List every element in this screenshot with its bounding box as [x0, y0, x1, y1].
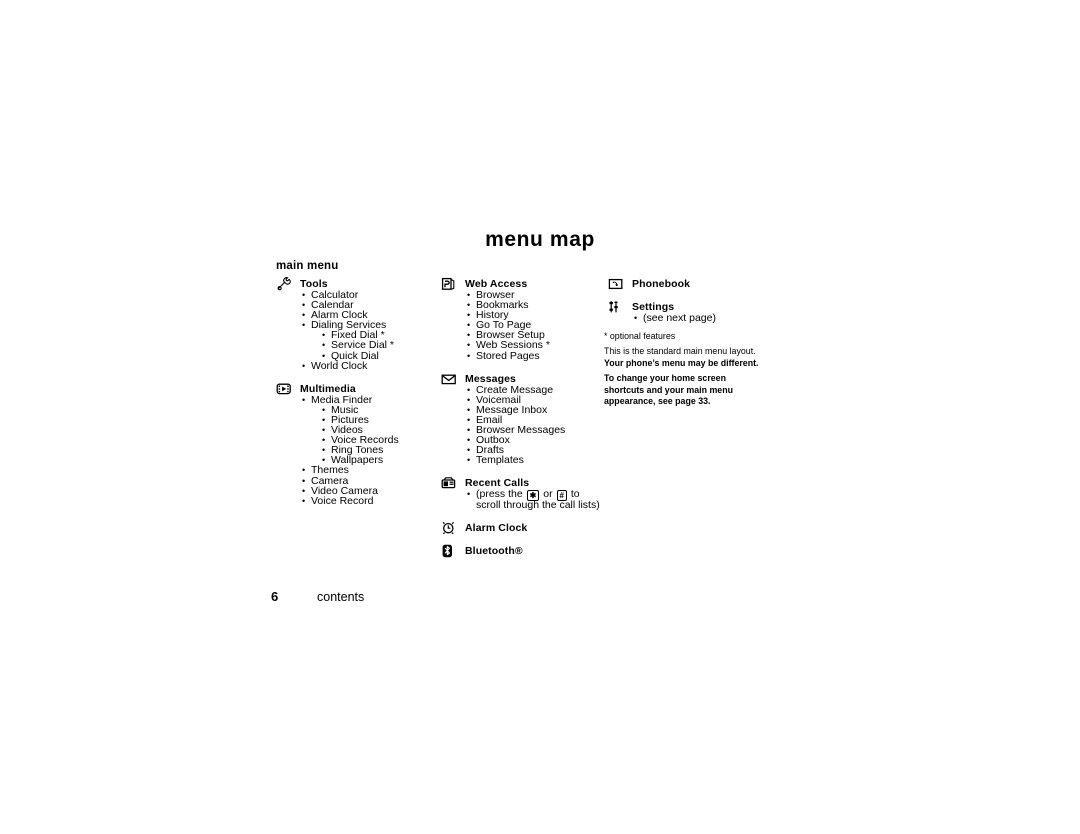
list-item: (press the ✱ or # to scroll through the … — [467, 489, 606, 511]
menu-item-list: (press the ✱ or # to scroll through the … — [467, 489, 606, 511]
footer-label: contents — [317, 590, 365, 604]
bluetooth-icon — [441, 544, 458, 558]
multimedia-icon — [276, 382, 293, 396]
list-item: Voice Record — [302, 496, 436, 507]
standard-layout-note-bold: Your phone’s menu may be different. — [604, 357, 759, 369]
menu-item-list: (see next page) — [634, 313, 778, 324]
menu-item-list: Create Message Voicemail Message Inbox E… — [467, 385, 606, 466]
list-item: Stored Pages — [467, 351, 606, 362]
optional-features-note: * optional features — [604, 331, 676, 342]
standard-layout-note: This is the standard main menu layout. Y… — [604, 346, 765, 369]
menu-group-web-access: Web Access Browser Bookmarks History Go … — [441, 277, 606, 361]
recent-calls-icon — [441, 476, 458, 490]
list-item: Templates — [467, 455, 606, 466]
standard-layout-note-normal: This is the standard main menu layout. — [604, 346, 756, 358]
menu-group-header: Alarm Clock — [441, 521, 606, 535]
list-item: (see next page) — [634, 313, 778, 324]
menu-group-tools: Tools Calculator Calendar Alarm Clock Di… — [276, 277, 436, 371]
menu-group-phonebook: Phonebook — [608, 277, 778, 291]
menu-group-label: Multimedia — [300, 382, 356, 395]
menu-group-label: Alarm Clock — [465, 521, 528, 534]
settings-icon — [608, 300, 625, 314]
menu-group-header: Bluetooth® — [441, 544, 606, 558]
change-shortcuts-note: To change your home screen shortcuts and… — [604, 373, 733, 408]
menu-group-messages: Messages Create Message Voicemail Messag… — [441, 372, 606, 466]
list-item: Media Finder — [302, 395, 436, 406]
tools-icon — [276, 277, 293, 291]
menu-group-label: Bluetooth® — [465, 544, 523, 557]
menu-column-2: Web Access Browser Bookmarks History Go … — [441, 277, 606, 558]
menu-group-label: Messages — [465, 372, 516, 385]
menu-column-3: Phonebook Settings • (see next page) — [608, 277, 778, 324]
menu-group-alarm-clock: Alarm Clock — [441, 521, 606, 535]
menu-group-header: Phonebook — [608, 277, 778, 291]
alarm-clock-icon — [441, 521, 458, 535]
menu-sub-item-list: Music Pictures Videos Voice Records Ring… — [322, 405, 436, 466]
menu-group-label: Phonebook — [632, 278, 691, 290]
menu-group-bluetooth: Bluetooth® — [441, 544, 606, 558]
list-item: World Clock — [302, 361, 436, 372]
phonebook-icon — [608, 277, 625, 291]
manual-page: menu map main menu Tools Cal — [0, 0, 1080, 834]
menu-item-list: Media Finder Music Pictures Videos Voice… — [302, 395, 436, 507]
page-number: 6 — [271, 589, 279, 604]
messages-envelope-icon — [441, 372, 458, 386]
menu-item-list: Calculator Calendar Alarm Clock Dialing … — [302, 290, 436, 372]
menu-group-recent-calls: Recent Calls (press the ✱ or # to scroll… — [441, 476, 606, 511]
menu-group-settings: Settings (see next page) — [608, 300, 778, 324]
footnote-block: * optional features This is the standard… — [604, 331, 765, 407]
menu-item-list: Browser Bookmarks History Go To Page Bro… — [467, 290, 606, 362]
menu-group-multimedia: Multimedia Media Finder Music Pictures V… — [276, 382, 436, 507]
main-menu-label: main menu — [276, 260, 339, 272]
menu-sub-item-list: Fixed Dial * Service Dial * Quick Dial — [322, 330, 436, 361]
web-access-icon — [441, 277, 458, 291]
page-title: menu map — [485, 228, 595, 251]
menu-column-1: Tools Calculator Calendar Alarm Clock Di… — [276, 277, 436, 507]
menu-group-header: Web Access — [441, 277, 606, 291]
